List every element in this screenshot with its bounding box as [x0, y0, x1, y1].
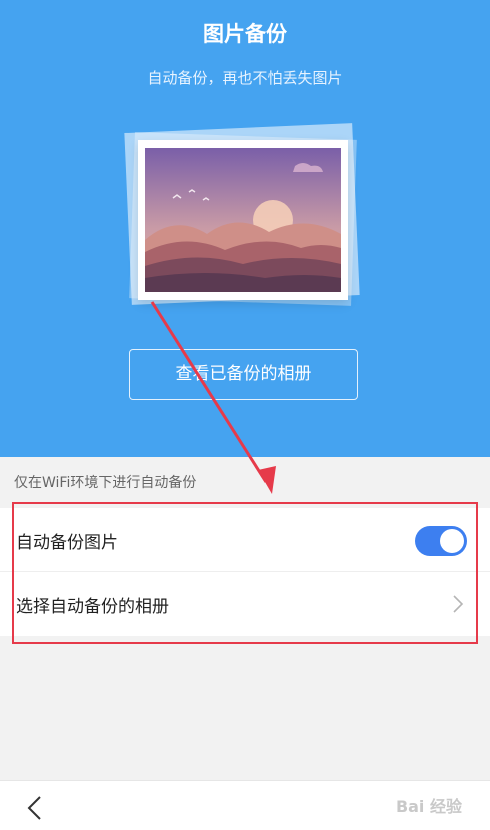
watermark: Bai 经验 — [395, 797, 462, 816]
chevron-left-icon[interactable] — [26, 795, 42, 821]
annotation-arrow-icon — [150, 301, 276, 494]
bottom-navigation-bar: Bai 经验 — [0, 780, 490, 830]
